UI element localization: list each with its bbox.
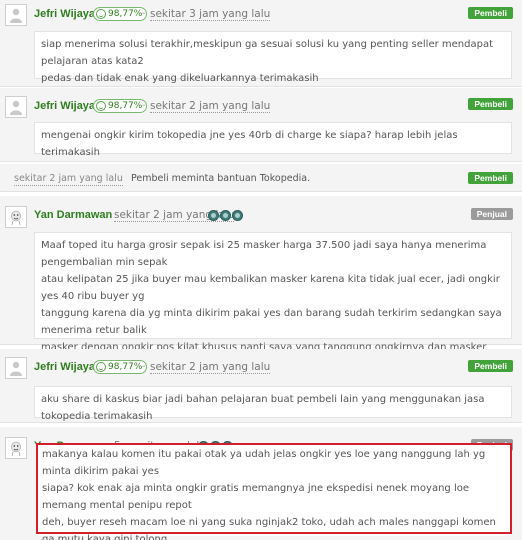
seller-avatar-icon	[11, 441, 21, 456]
notice-time[interactable]: sekitar 2 jam yang lalu	[14, 173, 123, 186]
reputation-value: 98,77%	[108, 362, 143, 372]
medal-icon	[208, 210, 219, 221]
user-icon	[10, 361, 22, 376]
commenter-name[interactable]: Jefri Wijaya	[34, 8, 95, 20]
smile-icon	[96, 101, 106, 111]
medal-icon	[220, 210, 231, 221]
comment-item: Jefri Wijaya 98,77% - sekitar 2 jam yang…	[0, 349, 522, 423]
reputation-value: 98,77%	[108, 9, 143, 19]
buyer-badge: Pembeli	[468, 98, 513, 110]
seller-medals	[208, 210, 244, 222]
comment-body-text: makanya kalau komen itu pakai otak ya ud…	[40, 445, 508, 540]
separator: -	[142, 100, 146, 111]
reputation-value: 98,77%	[108, 101, 143, 111]
commenter-name[interactable]: Jefri Wijaya	[34, 361, 95, 373]
buyer-badge: Pembeli	[468, 172, 513, 184]
commenter-name[interactable]: Jefri Wijaya	[34, 100, 95, 112]
avatar[interactable]	[5, 96, 27, 118]
reputation-badge: 98,77%	[93, 7, 148, 21]
avatar[interactable]	[5, 357, 27, 379]
separator: -	[106, 209, 110, 220]
commenter-name[interactable]: Yan Darmawan	[34, 209, 112, 221]
avatar[interactable]	[5, 437, 27, 459]
seller-badge: Penjual	[470, 208, 513, 220]
comment-body: mengenai ongkir kirim tokopedia jne yes …	[34, 122, 512, 158]
smile-icon	[96, 362, 106, 372]
comment-body: aku share di kaskus biar jadi bahan pela…	[34, 386, 512, 422]
comment-time[interactable]: sekitar 2 jam yang lalu	[150, 100, 271, 113]
discussion-thread: Jefri Wijaya 98,77% - sekitar 3 jam yang…	[0, 0, 522, 540]
separator: -	[142, 361, 146, 372]
comment-item: Yan Darmawan - 5 menit yang lalu Penjual…	[0, 427, 522, 540]
notice-text: Pembeli meminta bantuan Tokopedia.	[131, 173, 311, 184]
seller-avatar-icon	[11, 210, 21, 225]
buyer-badge: Pembeli	[468, 7, 513, 19]
comment-text: makanya kalau komen itu pakai otak ya ud…	[42, 449, 496, 540]
comment-text: siap menerima solusi terakhir,meskipun g…	[41, 39, 493, 84]
separator: -	[142, 8, 146, 19]
user-icon	[10, 100, 22, 115]
reputation-badge: 98,77%	[93, 360, 148, 374]
smile-icon	[96, 9, 106, 19]
help-request-notice: sekitar 2 jam yang lalu Pembeli meminta …	[0, 164, 522, 192]
comment-time[interactable]: sekitar 3 jam yang lalu	[150, 8, 271, 21]
avatar[interactable]	[5, 206, 27, 228]
comment-time[interactable]: sekitar 2 jam yang lalu	[150, 361, 271, 374]
comment-item: Jefri Wijaya 98,77% - sekitar 3 jam yang…	[0, 0, 522, 87]
comment-text: mengenai ongkir kirim tokopedia jne yes …	[41, 130, 458, 158]
reputation-badge: 98,77%	[93, 99, 148, 113]
comment-item: Jefri Wijaya 98,77% - sekitar 2 jam yang…	[0, 88, 522, 162]
comment-item: Yan Darmawan - sekitar 2 jam yang lalu P…	[0, 196, 522, 421]
buyer-badge: Pembeli	[468, 360, 513, 372]
comment-body: Maaf toped itu harga grosir sepak isi 25…	[34, 232, 512, 421]
user-icon	[10, 8, 22, 23]
avatar[interactable]	[5, 4, 27, 26]
comment-body: siap menerima solusi terakhir,meskipun g…	[34, 31, 512, 84]
comment-text: aku share di kaskus biar jadi bahan pela…	[41, 394, 485, 422]
medal-icon	[232, 210, 243, 221]
